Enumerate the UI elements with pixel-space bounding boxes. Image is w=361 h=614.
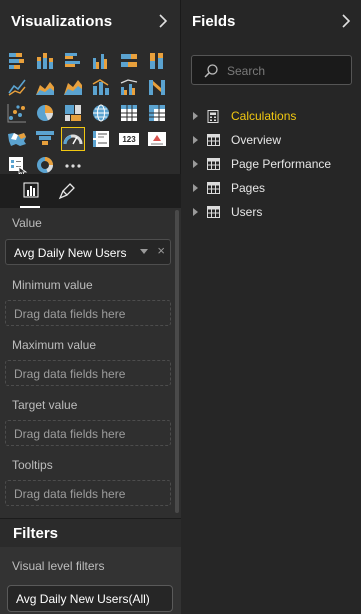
table-icon[interactable] bbox=[118, 102, 140, 124]
multi-row-card-icon[interactable] bbox=[90, 128, 112, 150]
line-chart-icon[interactable] bbox=[6, 76, 28, 98]
table-icon bbox=[207, 158, 220, 170]
maximum-value-drop-zone[interactable]: Drag data fields here bbox=[5, 360, 171, 386]
minimum-value-drop-zone[interactable]: Drag data fields here bbox=[5, 300, 171, 326]
table-icon bbox=[207, 134, 220, 146]
card-icon[interactable]: 123 bbox=[118, 128, 140, 150]
matrix-icon[interactable] bbox=[146, 102, 168, 124]
value-field-well[interactable]: Avg Daily New Users × bbox=[5, 239, 171, 265]
field-table-label: Users bbox=[231, 205, 263, 219]
field-table-page-performance[interactable]: Page Performance bbox=[190, 154, 355, 174]
map-icon[interactable] bbox=[90, 102, 112, 124]
clustered-bar-chart-icon[interactable] bbox=[62, 50, 84, 72]
well-label-tooltips: Tooltips bbox=[12, 458, 53, 472]
stacked-bar-chart-icon[interactable] bbox=[6, 50, 28, 72]
filter-card-label: Avg Daily New Users(All) bbox=[16, 592, 150, 606]
drop-zone-placeholder: Drag data fields here bbox=[14, 307, 126, 321]
kpi-icon[interactable] bbox=[146, 128, 168, 150]
tab-fields[interactable] bbox=[12, 174, 48, 208]
field-table-label: Calculations bbox=[231, 109, 297, 123]
tooltips-drop-zone[interactable]: Drag data fields here bbox=[5, 480, 171, 506]
well-label-value: Value bbox=[12, 216, 42, 230]
fields-pane: Fields Calculations Overview Page Perfor… bbox=[181, 0, 361, 614]
drop-zone-placeholder: Drag data fields here bbox=[14, 367, 126, 381]
100-stacked-bar-chart-icon[interactable] bbox=[118, 50, 140, 72]
search-input[interactable] bbox=[227, 62, 347, 80]
filled-map-icon[interactable] bbox=[6, 128, 28, 150]
fields-title: Fields bbox=[192, 13, 236, 30]
pie-chart-icon[interactable] bbox=[34, 102, 56, 124]
fields-tab-icon bbox=[23, 182, 39, 198]
well-label-target: Target value bbox=[12, 398, 78, 412]
search-icon bbox=[204, 64, 218, 78]
line-and-clustered-column-chart-icon[interactable] bbox=[118, 76, 140, 98]
collapse-visualizations-chevron-icon[interactable] bbox=[158, 13, 168, 29]
line-and-stacked-column-chart-icon[interactable] bbox=[90, 76, 112, 98]
field-table-pages[interactable]: Pages bbox=[190, 178, 355, 198]
expand-arrow-icon[interactable] bbox=[193, 184, 198, 192]
100-stacked-column-chart-icon[interactable] bbox=[146, 50, 168, 72]
visualizations-header: Visualizations bbox=[0, 0, 181, 46]
more-visuals-icon[interactable] bbox=[62, 154, 84, 176]
visualization-tabs bbox=[0, 174, 181, 208]
drop-zone-placeholder: Drag data fields here bbox=[14, 487, 126, 501]
slicer-icon[interactable] bbox=[6, 154, 28, 176]
field-table-label: Pages bbox=[231, 181, 266, 195]
value-field-name: Avg Daily New Users bbox=[14, 246, 127, 260]
card-icon-text: 123 bbox=[122, 135, 136, 144]
donut-chart-icon[interactable] bbox=[34, 154, 56, 176]
field-table-calculations[interactable]: Calculations bbox=[190, 106, 355, 126]
field-table-label: Page Performance bbox=[231, 157, 332, 171]
stacked-area-chart-icon[interactable] bbox=[62, 76, 84, 98]
field-table-overview[interactable]: Overview bbox=[190, 130, 355, 150]
chevron-down-icon[interactable] bbox=[140, 249, 148, 254]
stacked-column-chart-icon[interactable] bbox=[34, 50, 56, 72]
treemap-icon[interactable] bbox=[62, 102, 84, 124]
funnel-chart-icon[interactable] bbox=[34, 128, 56, 150]
table-icon bbox=[207, 182, 220, 194]
field-table-users[interactable]: Users bbox=[190, 202, 355, 222]
tab-format[interactable] bbox=[48, 174, 84, 208]
visual-level-filters-label: Visual level filters bbox=[12, 559, 105, 573]
fields-search-box[interactable] bbox=[191, 55, 352, 85]
table-icon bbox=[207, 206, 220, 218]
visualizations-pane: Visualizations 123 Value Avg Daily New U… bbox=[0, 0, 181, 614]
drop-zone-placeholder: Drag data fields here bbox=[14, 427, 126, 441]
filters-title: Filters bbox=[13, 525, 59, 542]
collapse-fields-chevron-icon[interactable] bbox=[341, 13, 351, 29]
target-value-drop-zone[interactable]: Drag data fields here bbox=[5, 420, 171, 446]
paint-roller-icon bbox=[58, 183, 75, 200]
ribbon-chart-icon[interactable] bbox=[146, 76, 168, 98]
area-chart-icon[interactable] bbox=[34, 76, 56, 98]
gauge-icon[interactable] bbox=[61, 127, 85, 151]
well-label-maximum: Maximum value bbox=[12, 338, 97, 352]
scatter-chart-icon[interactable] bbox=[6, 102, 28, 124]
clustered-column-chart-icon[interactable] bbox=[90, 50, 112, 72]
close-icon[interactable]: × bbox=[157, 244, 165, 258]
expand-arrow-icon[interactable] bbox=[193, 112, 198, 120]
calculator-icon bbox=[207, 110, 219, 123]
expand-arrow-icon[interactable] bbox=[193, 136, 198, 144]
expand-arrow-icon[interactable] bbox=[193, 160, 198, 168]
wells-scrollbar-thumb[interactable] bbox=[175, 210, 179, 513]
field-table-label: Overview bbox=[231, 133, 282, 147]
filters-section: Filters Visual level filters Avg Daily N… bbox=[0, 518, 181, 614]
expand-arrow-icon[interactable] bbox=[193, 208, 198, 216]
filter-card[interactable]: Avg Daily New Users(All) bbox=[7, 585, 173, 612]
visualizations-title: Visualizations bbox=[11, 13, 113, 30]
well-label-minimum: Minimum value bbox=[12, 278, 93, 292]
